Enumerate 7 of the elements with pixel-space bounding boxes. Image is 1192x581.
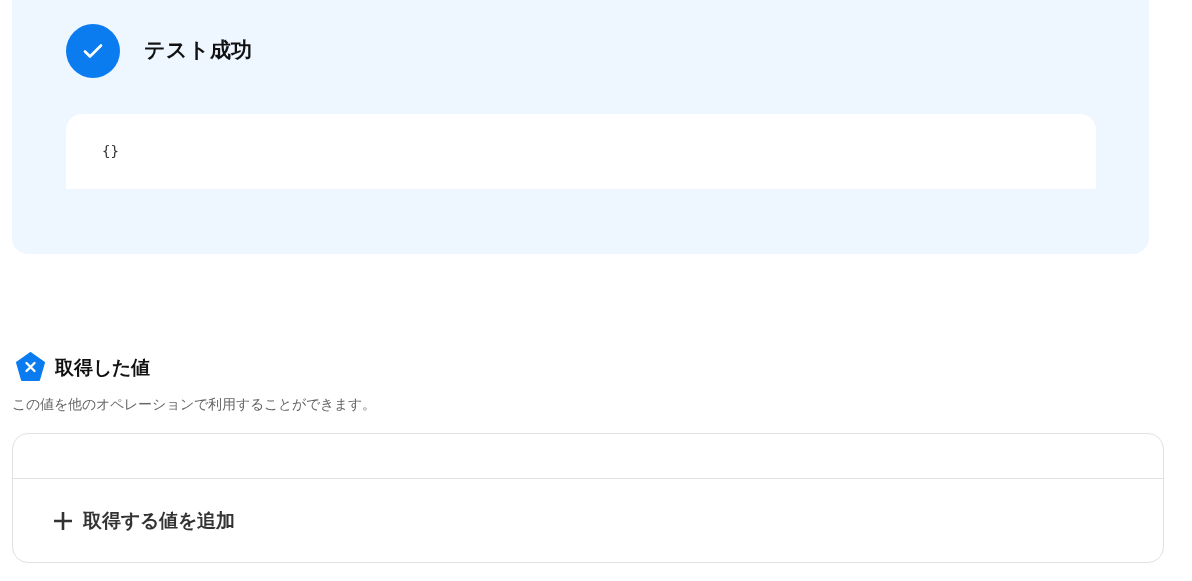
output-text: {} — [102, 142, 119, 161]
plus-icon — [53, 510, 73, 531]
add-value-button[interactable]: 取得する値を追加 — [53, 506, 235, 535]
section-description: この値を他のオペレーションで利用することができます。 — [12, 395, 377, 414]
section-title: 取得した値 — [55, 354, 150, 380]
result-title: テスト成功 — [144, 37, 252, 65]
variable-icon — [15, 352, 46, 382]
